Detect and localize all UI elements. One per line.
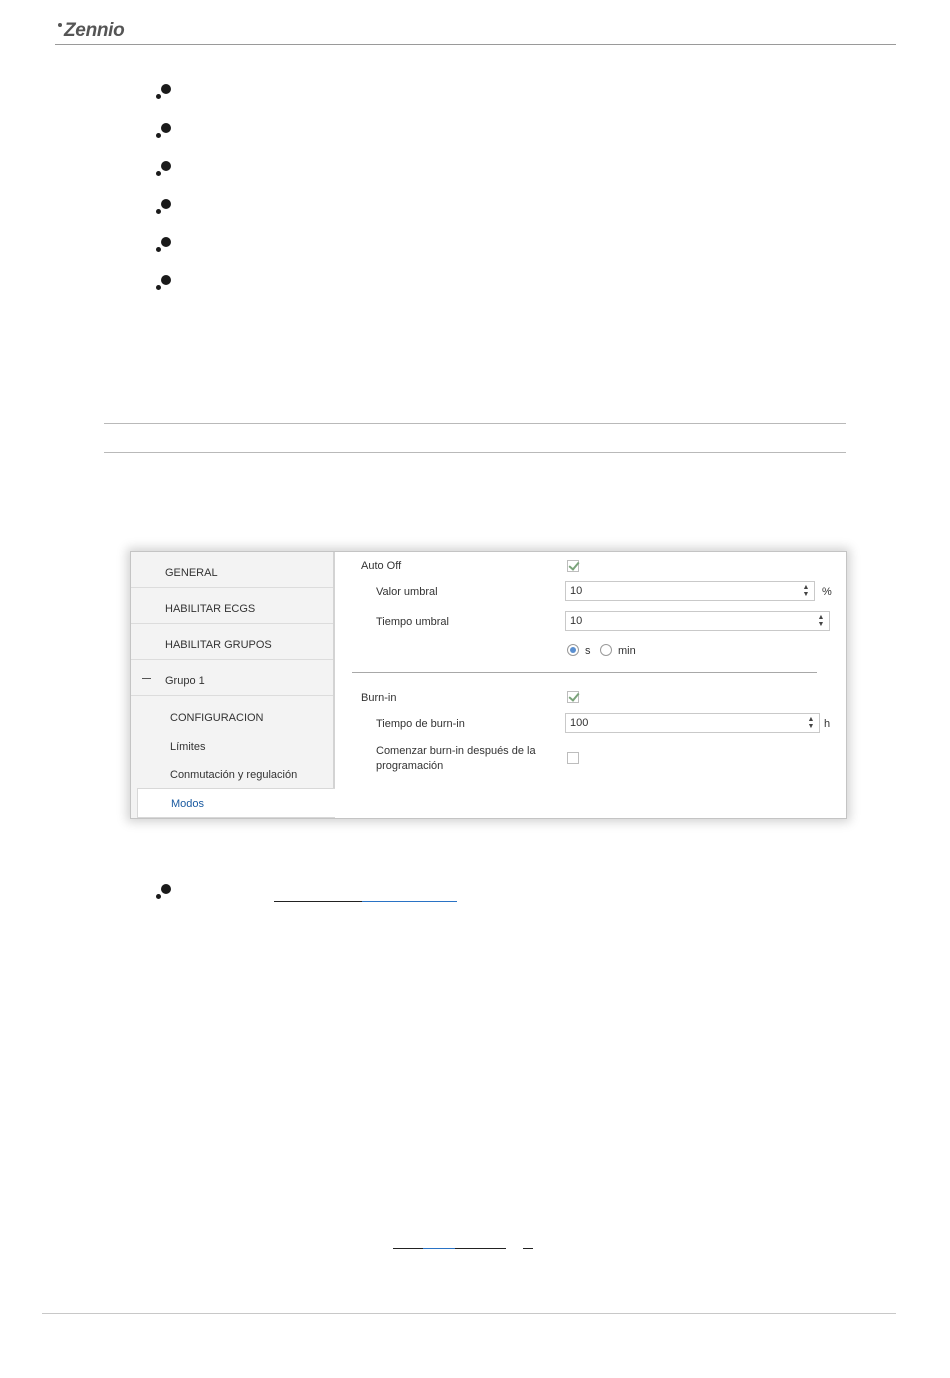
radio-seconds-label: s (585, 645, 591, 657)
bullet-icon (155, 273, 173, 291)
link-underline[interactable] (274, 901, 362, 902)
after-programming-label-2: programación (376, 760, 444, 772)
footer-divider (42, 1313, 896, 1314)
spinner-arrows-icon[interactable]: ▲ ▼ (817, 614, 825, 628)
section-divider (352, 672, 817, 673)
check-icon (568, 690, 580, 702)
brand-name: Zennio (64, 20, 125, 41)
bullet-icon (155, 882, 173, 900)
burn-in-label: Burn-in (361, 692, 397, 704)
radio-minutes[interactable] (600, 644, 612, 656)
bullet-icon (155, 235, 173, 253)
radio-minutes-label: min (618, 645, 636, 657)
header-divider (55, 44, 896, 45)
sidebar-item-general[interactable]: GENERAL (131, 552, 333, 588)
after-programming-label-1: Comenzar burn-in después de la (376, 745, 536, 757)
link-underline[interactable] (393, 1248, 423, 1249)
logo-dot-icon (58, 23, 62, 27)
parameters-sidebar: GENERAL HABILITAR ECGS HABILITAR GRUPOS … (131, 552, 335, 818)
collapse-icon[interactable] (142, 678, 151, 679)
spinner-arrows-icon[interactable]: ▲ ▼ (807, 716, 815, 730)
threshold-value-input[interactable]: 10 ▲ ▼ (565, 581, 815, 601)
link-underline[interactable] (423, 1248, 455, 1249)
threshold-value-label: Valor umbral (376, 586, 438, 598)
sidebar-item-habilitar-ecgs[interactable]: HABILITAR ECGS (131, 588, 333, 624)
burn-in-time-input[interactable]: 100 ▲ ▼ (565, 713, 820, 733)
burn-in-checkbox[interactable] (567, 690, 580, 703)
link-underline[interactable] (523, 1248, 533, 1249)
sidebar-item-grupo-1[interactable]: Grupo 1 (131, 660, 333, 696)
after-programming-checkbox[interactable] (567, 752, 579, 764)
check-icon (568, 559, 580, 571)
parameters-screenshot: GENERAL HABILITAR ECGS HABILITAR GRUPOS … (130, 551, 847, 819)
table-top-rule (104, 423, 846, 424)
spinner-arrows-icon[interactable]: ▲ ▼ (802, 584, 810, 598)
zennio-logo: Zennio (58, 20, 125, 42)
link-underline[interactable] (455, 1248, 506, 1249)
bullet-icon (155, 121, 173, 139)
burn-in-time-label: Tiempo de burn-in (376, 718, 465, 730)
threshold-time-input[interactable]: 10 ▲ ▼ (565, 611, 830, 631)
burn-in-time-unit: h (824, 718, 831, 730)
bullet-icon (155, 197, 173, 215)
threshold-value-unit: % (822, 586, 832, 598)
threshold-time-label: Tiempo umbral (376, 616, 449, 628)
link-underline[interactable] (362, 901, 457, 902)
auto-off-label: Auto Off (361, 560, 402, 572)
bullet-icon (155, 159, 173, 177)
table-bottom-rule (104, 452, 846, 453)
bullet-icon (155, 82, 173, 100)
auto-off-checkbox[interactable] (567, 559, 580, 572)
radio-seconds[interactable] (567, 644, 579, 656)
parameters-content: Auto Off Valor umbral 10 ▲ ▼ % Tiempo umb… (335, 552, 846, 818)
sidebar-item-habilitar-grupos[interactable]: HABILITAR GRUPOS (131, 624, 333, 660)
sidebar-item-modos[interactable]: Modos (137, 788, 335, 818)
